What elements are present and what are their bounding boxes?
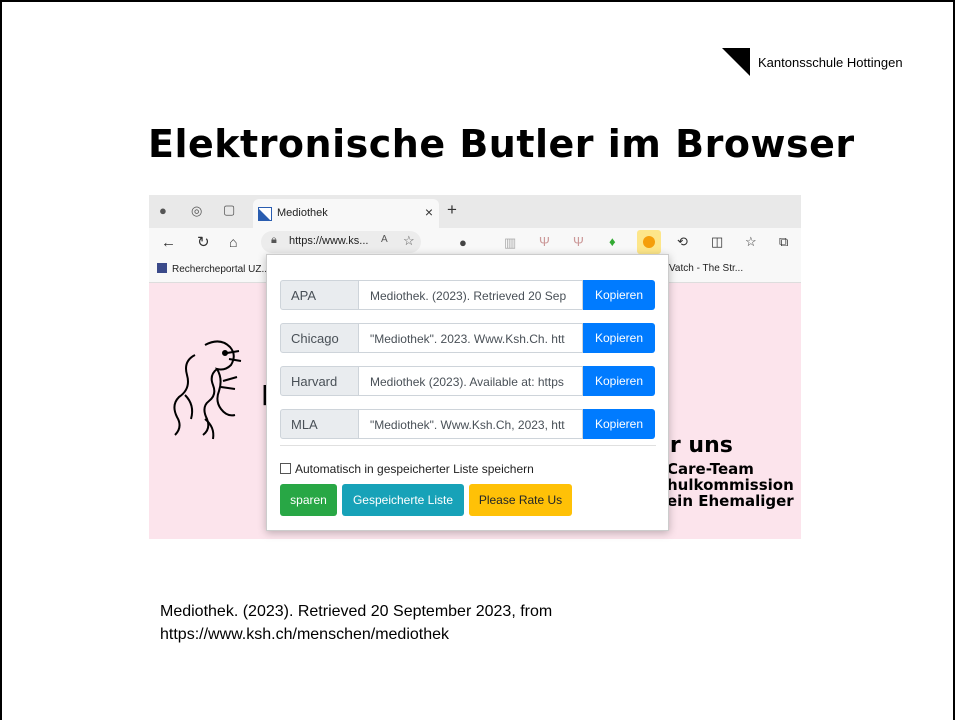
- collections-icon[interactable]: ⧉: [779, 234, 788, 250]
- citation-field[interactable]: Mediothek. (2023). Retrieved 20 Sep: [359, 280, 583, 310]
- auto-save-label: Automatisch in gespeicherter Liste speic…: [295, 462, 534, 476]
- favorites-icon[interactable]: ☆: [745, 234, 757, 250]
- extensions-puzzle-icon[interactable]: ⟲: [677, 234, 688, 250]
- extension-5-icon[interactable]: ♦: [609, 234, 616, 249]
- tab-mediothek[interactable]: Mediothek ×: [253, 199, 439, 228]
- citation-extension-icon[interactable]: [637, 230, 661, 254]
- citation-field[interactable]: Mediothek (2023). Available at: https: [359, 366, 583, 396]
- format-label: Harvard: [280, 366, 359, 396]
- home-icon[interactable]: ⌂: [229, 234, 237, 250]
- format-label: MLA: [280, 409, 359, 439]
- tab-close-icon[interactable]: ×: [425, 204, 433, 220]
- workspaces-icon[interactable]: ◎: [191, 203, 202, 219]
- bookmark-rechercheportal[interactable]: Rechercheportal UZ...: [157, 263, 270, 275]
- profile-icon[interactable]: ●: [159, 203, 167, 218]
- browser-tab-bar: ● ◎ ▢ Mediothek × +: [149, 195, 801, 228]
- citation-caption-line-2: https://www.ksh.ch/menschen/mediothek: [160, 626, 450, 643]
- format-label: APA: [280, 280, 359, 310]
- school-logo: Kantonsschule Hottingen: [722, 48, 903, 76]
- logo-mark-icon: [722, 48, 750, 76]
- address-bar[interactable]: 🔒︎ https://www.ks... A ☆: [261, 231, 421, 253]
- bookmark-label: Rechercheportal UZ...: [172, 264, 270, 275]
- saved-list-button[interactable]: Gespeicherte Liste: [342, 484, 464, 516]
- tab-actions-icon[interactable]: ▢: [223, 202, 235, 218]
- bookmark-watch[interactable]: Vatch - The Str...: [669, 263, 743, 274]
- refresh-icon[interactable]: ↻: [197, 233, 210, 251]
- page-link-ehemaliger[interactable]: ein Ehemaliger: [667, 492, 794, 510]
- format-label: Chicago: [280, 323, 359, 353]
- citation-row-apa: APA Mediothek. (2023). Retrieved 20 Sep …: [280, 280, 656, 310]
- citation-field[interactable]: "Mediothek". Www.Ksh.Ch, 2023, htt: [359, 409, 583, 439]
- divider: [280, 445, 656, 446]
- back-icon[interactable]: ←: [161, 234, 176, 251]
- tab-title: Mediothek: [277, 207, 328, 219]
- extension-1-icon[interactable]: ●: [459, 235, 467, 250]
- citation-caption-line-1: Mediothek. (2023). Retrieved 20 Septembe…: [160, 603, 553, 620]
- logo-text: Kantonsschule Hottingen: [758, 54, 903, 70]
- lock-icon: 🔒︎: [271, 234, 277, 246]
- new-tab-button[interactable]: +: [447, 200, 457, 220]
- extension-3-icon[interactable]: Ψ: [539, 234, 550, 249]
- auto-save-option[interactable]: Automatisch in gespeicherter Liste speic…: [280, 462, 534, 476]
- citation-row-chicago: Chicago "Mediothek". 2023. Www.Ksh.Ch. h…: [280, 323, 656, 353]
- slide-title: Elektronische Butler im Browser: [148, 122, 855, 166]
- rate-us-button[interactable]: Please Rate Us: [469, 484, 572, 516]
- auto-save-checkbox[interactable]: [280, 463, 291, 474]
- save-button[interactable]: sparen: [280, 484, 337, 516]
- extension-2-icon[interactable]: ▥: [504, 235, 516, 251]
- bookmark-favicon-icon: [157, 263, 167, 273]
- citation-row-harvard: Harvard Mediothek (2023). Available at: …: [280, 366, 656, 396]
- copy-button[interactable]: Kopieren: [583, 366, 655, 396]
- read-aloud-icon[interactable]: A: [381, 234, 388, 245]
- extension-4-icon[interactable]: Ψ: [573, 234, 584, 249]
- url-text: https://www.ks...: [289, 235, 369, 247]
- split-screen-icon[interactable]: ◫: [711, 234, 723, 250]
- zurich-lion-logo-icon: [173, 340, 242, 440]
- favorite-star-icon[interactable]: ☆: [403, 233, 415, 249]
- citation-popup: APA Mediothek. (2023). Retrieved 20 Sep …: [266, 254, 669, 531]
- copy-button[interactable]: Kopieren: [583, 409, 655, 439]
- mediothek-favicon-icon: [258, 207, 272, 221]
- copy-button[interactable]: Kopieren: [583, 323, 655, 353]
- citation-row-mla: MLA "Mediothek". Www.Ksh.Ch, 2023, htt K…: [280, 409, 656, 439]
- citation-field[interactable]: "Mediothek". 2023. Www.Ksh.Ch. htt: [359, 323, 583, 353]
- copy-button[interactable]: Kopieren: [583, 280, 655, 310]
